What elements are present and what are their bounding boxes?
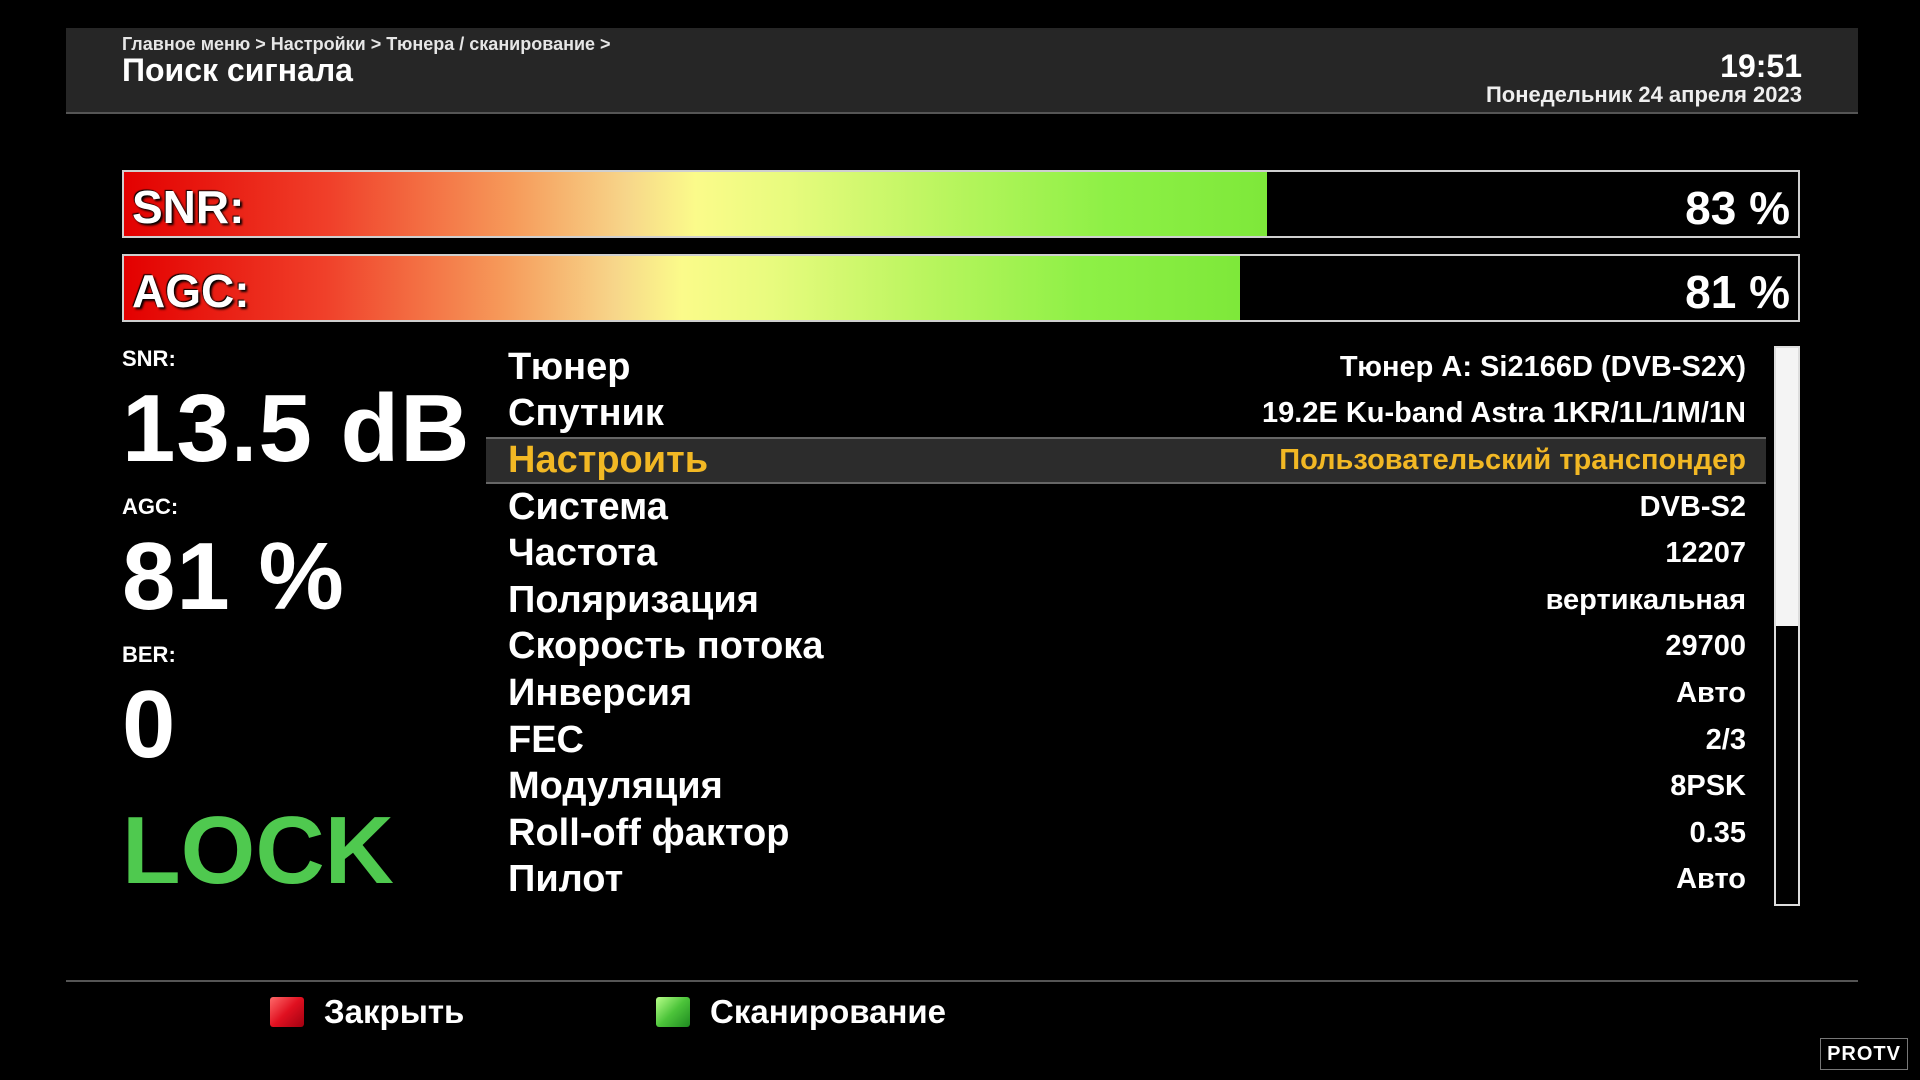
snr-bar-label: SNR: [132,181,245,233]
param-row[interactable]: Скорость потока 29700 [486,624,1766,671]
signal-stats: SNR: 13.5 dB AGC: 81 % BER: 0 LOCK [122,346,482,908]
scan-button[interactable]: Сканирование [656,990,946,1034]
param-row[interactable]: Инверсия Авто [486,670,1766,717]
agc-stat-value: 81 % [122,523,345,630]
param-row[interactable]: FEC 2/3 [486,717,1766,764]
red-key-icon [270,997,304,1027]
param-name: Система [508,485,668,528]
param-name: Модуляция [508,765,723,808]
scan-button-label: Сканирование [710,993,947,1030]
green-key-icon [656,997,690,1027]
param-value: Авто [1676,863,1746,896]
param-row[interactable]: Спутник 19.2E Ku-band Astra 1KR/1L/1M/1N [486,391,1766,438]
agc-bar-fill [124,256,1240,320]
param-value: Авто [1676,676,1746,709]
param-value: DVB-S2 [1639,490,1746,523]
param-name: Настроить [508,438,709,481]
agc-bar-value: 81 % [1685,266,1790,318]
snr-bar-fill [124,172,1268,236]
param-name: Тюнер [508,345,631,388]
param-value: вертикальная [1545,583,1746,616]
param-value: Пользовательский транспондер [1279,443,1746,476]
param-name: Поляризация [508,578,759,621]
scrollbar[interactable] [1774,346,1800,906]
param-row[interactable]: Поляризация вертикальная [486,577,1766,624]
agc-bar: AGC: 81 % [122,254,1800,322]
param-row[interactable]: Пилот Авто [486,857,1766,904]
lock-status: LOCK [122,797,394,904]
param-row[interactable]: Настроить Пользовательский транспондер [486,437,1766,484]
agc-bar-label: AGC: [132,265,250,317]
channel-logo: PROTV [1820,1038,1908,1070]
scroll-thumb[interactable] [1776,348,1798,626]
footer-divider [66,980,1858,982]
param-value: 0.35 [1689,816,1746,849]
close-button-label: Закрыть [324,993,465,1030]
snr-bar-value: 83 % [1685,182,1790,234]
param-value: 29700 [1665,630,1746,663]
param-value: 2/3 [1705,723,1746,756]
snr-stat-label: SNR: [122,346,176,371]
close-button[interactable]: Закрыть [270,990,464,1034]
agc-stat-label: AGC: [122,494,179,519]
param-value: Тюнер A: Si2166D (DVB-S2X) [1339,350,1746,383]
param-name: Скорость потока [508,625,824,668]
header-bar: Главное меню > Настройки > Тюнера / скан… [66,28,1858,114]
param-name: Инверсия [508,671,693,714]
param-name: Пилот [508,858,624,901]
param-value: 12207 [1665,537,1746,570]
param-row[interactable]: Частота 12207 [486,530,1766,577]
param-row[interactable]: Модуляция 8PSK [486,763,1766,810]
param-row[interactable]: Roll-off фактор 0.35 [486,810,1766,857]
param-name: Спутник [508,392,664,435]
clock: 19:51 [1720,48,1802,84]
logo-text: PROTV [1827,1042,1901,1065]
param-row[interactable]: Система DVB-S2 [486,484,1766,531]
param-row[interactable]: Тюнер Тюнер A: Si2166D (DVB-S2X) [486,344,1766,391]
snr-stat-value: 13.5 dB [122,375,471,482]
ber-stat-label: BER: [122,642,176,667]
param-name: Roll-off фактор [508,811,790,854]
page-title: Поиск сигнала [122,52,353,88]
ber-stat-value: 0 [122,671,177,778]
date-label: Понедельник 24 апреля 2023 [1485,82,1802,107]
param-value: 8PSK [1670,770,1746,803]
param-name: FEC [508,718,584,761]
param-value: 19.2E Ku-band Astra 1KR/1L/1M/1N [1262,397,1746,430]
snr-bar: SNR: 83 % [122,170,1800,238]
parameter-list: Тюнер Тюнер A: Si2166D (DVB-S2X) Спутник 19… [486,344,1766,903]
param-name: Частота [508,532,658,575]
